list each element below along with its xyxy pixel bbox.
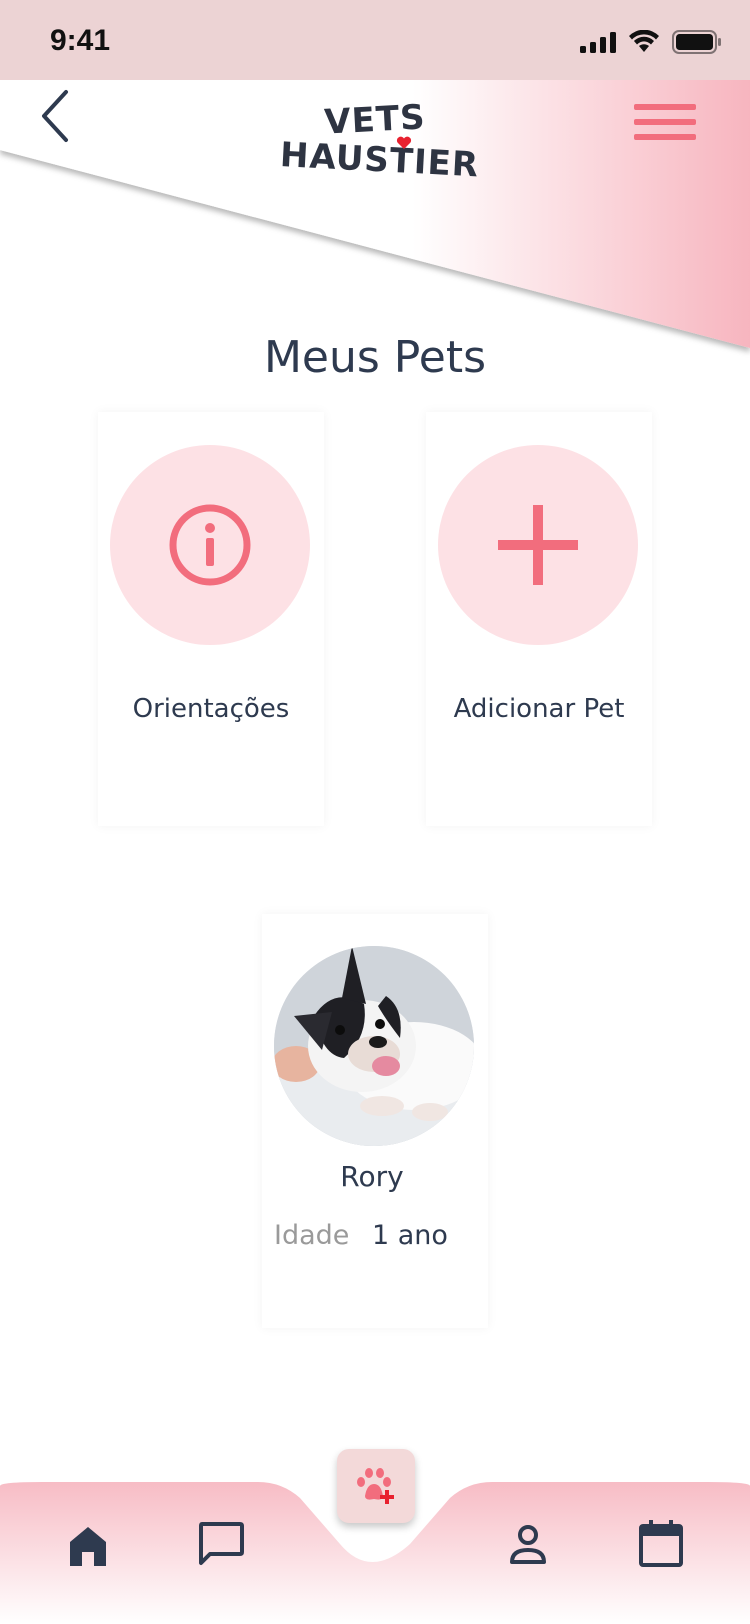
user-icon [510,1525,546,1564]
add-pet-card[interactable]: Adicionar Pet [426,412,652,826]
nav-calendar[interactable] [638,1518,684,1572]
app-logo: VETS HAUSTIER [279,97,480,190]
nav-profile[interactable] [508,1524,548,1570]
pet-age-label: Idade [274,1220,350,1251]
menu-button[interactable] [634,104,696,144]
status-time: 9:41 [50,24,111,57]
back-button[interactable] [36,88,86,148]
battery-icon [672,30,721,54]
nav-home[interactable] [66,1524,110,1572]
pet-age-value: 1 ano [372,1220,448,1251]
pet-photo [274,946,474,1146]
pet-age: Idade 1 ano [274,1220,448,1251]
paw-plus-icon [357,1468,394,1504]
logo-line-2: HAUSTIER [279,135,480,186]
calendar-icon [639,1520,683,1567]
guidance-label: Orientações [132,694,290,724]
nav-chat[interactable] [196,1520,246,1570]
dog-photo [274,946,474,1146]
wifi-icon [629,30,659,52]
heart-icon [396,136,412,149]
status-icons [580,30,722,54]
hamburger-menu-icon [634,104,696,140]
signal-icon [580,32,616,53]
add-pet-fab[interactable] [337,1449,415,1523]
pet-card[interactable]: Rory Idade 1 ano [262,914,488,1328]
chevron-left-icon [42,90,68,142]
guidance-card[interactable]: Orientações [98,412,324,826]
add-pet-label: Adicionar Pet [453,694,625,724]
info-icon [169,504,251,586]
add-pet-icon-circle [438,445,638,645]
chat-icon [199,1522,244,1565]
guidance-icon-circle [110,445,310,645]
pet-name: Rory [340,1160,404,1193]
home-icon [70,1527,106,1566]
plus-icon [498,505,578,585]
status-bar: 9:41 [0,0,750,80]
page-title: Meus Pets [263,332,487,383]
